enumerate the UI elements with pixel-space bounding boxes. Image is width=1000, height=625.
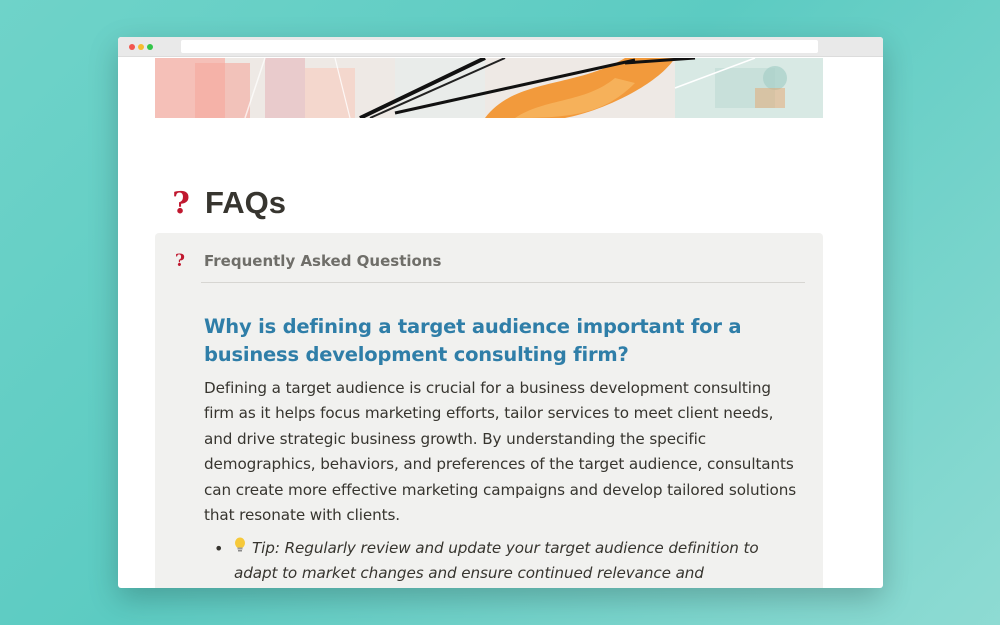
bullet-icon: • (214, 539, 224, 558)
faq-answer: Defining a target audience is crucial fo… (204, 379, 797, 525)
callout-header: ? Frequently Asked Questions (171, 251, 441, 271)
question-mark-icon[interactable]: ? (165, 186, 197, 221)
browser-titlebar (118, 37, 883, 57)
minimize-window-button[interactable] (138, 44, 144, 50)
divider (201, 282, 805, 283)
cover-artwork (155, 58, 823, 118)
faq-question: Why is defining a target audience import… (204, 315, 742, 366)
tip-list-item: • Tip: Regularly review and update your … (214, 536, 804, 588)
maximize-window-button[interactable] (147, 44, 153, 50)
cover-image (155, 58, 823, 118)
close-window-button[interactable] (129, 44, 135, 50)
callout-title: Frequently Asked Questions (204, 252, 442, 270)
tip-text: Tip: Regularly review and update your ta… (234, 539, 759, 583)
page-header: ? FAQs (165, 183, 286, 223)
lightbulb-icon (234, 536, 246, 561)
tip-text-container: Tip: Regularly review and update your ta… (234, 536, 804, 588)
page-title: FAQs (205, 185, 286, 220)
question-mark-icon: ? (175, 251, 185, 271)
page-content: ? FAQs ? Frequently Asked Questions Why … (118, 58, 883, 588)
faq-callout: ? Frequently Asked Questions Why is defi… (155, 233, 823, 588)
browser-window: ? FAQs ? Frequently Asked Questions Why … (118, 37, 883, 588)
address-bar[interactable] (181, 40, 818, 53)
